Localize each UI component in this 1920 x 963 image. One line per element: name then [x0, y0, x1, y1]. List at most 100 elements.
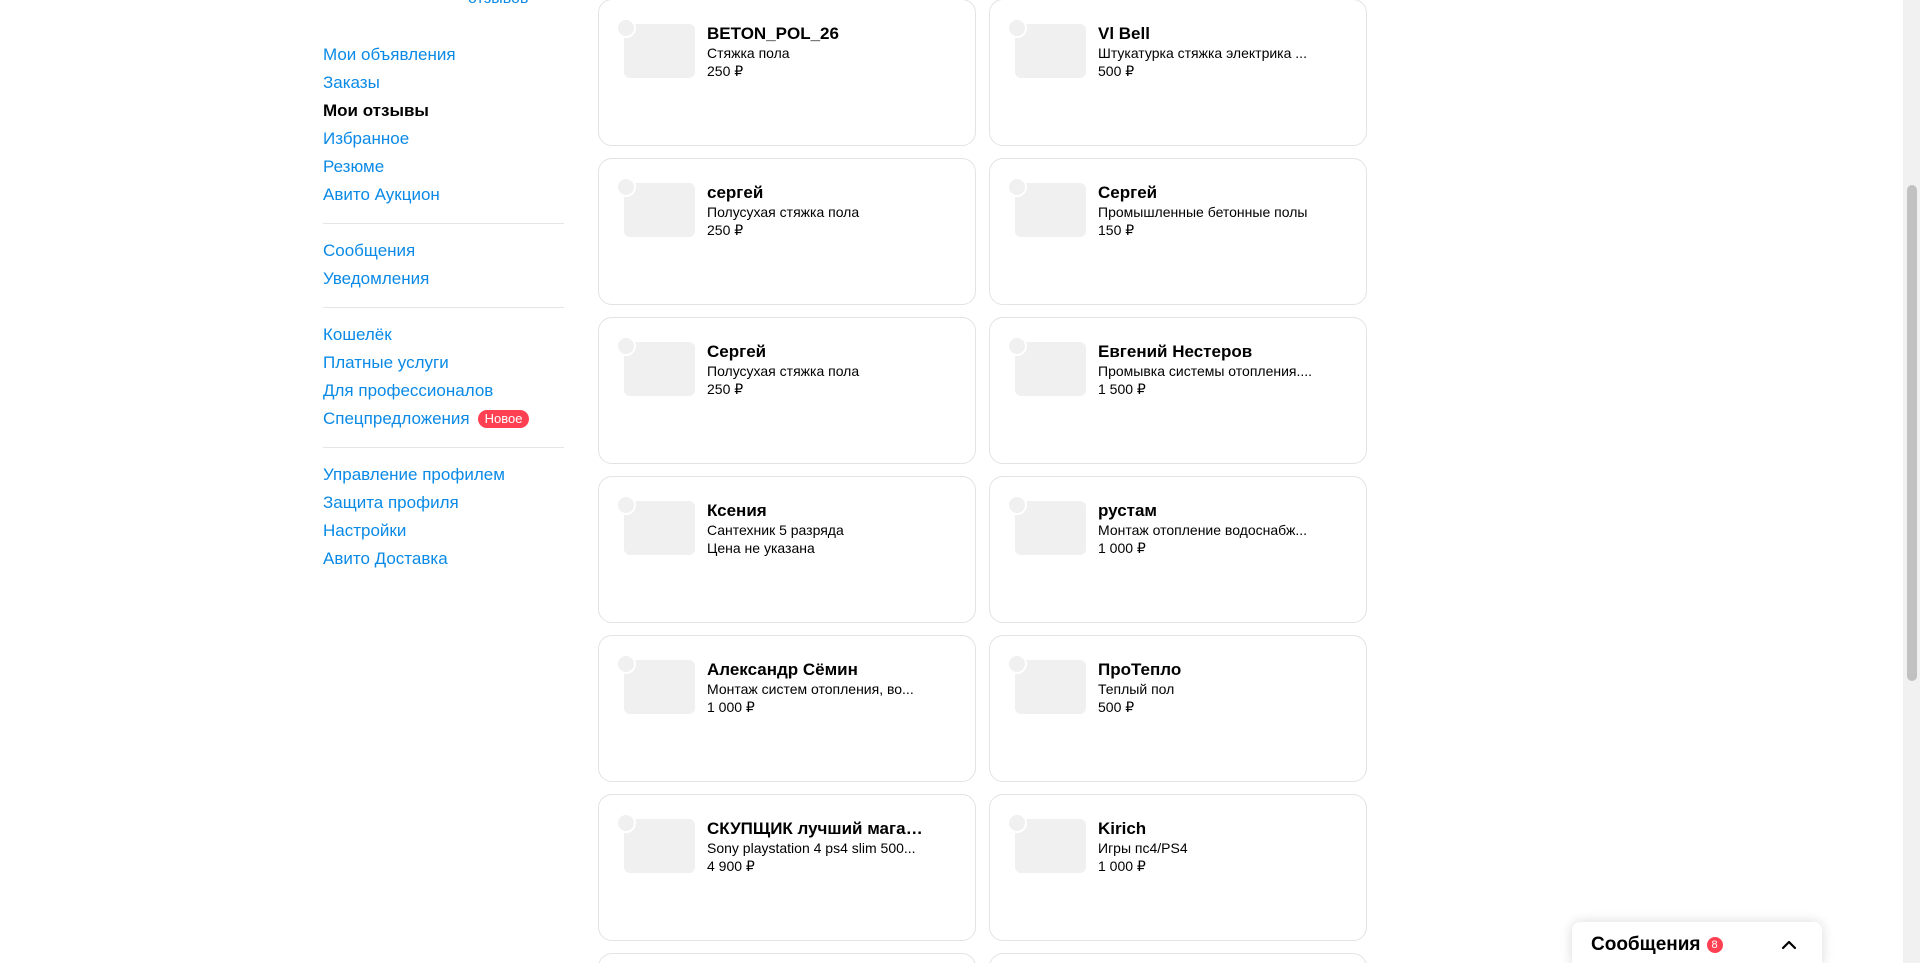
sidebar-item-avito-delivery[interactable]: Авито Доставка: [323, 545, 564, 573]
card-info: Сергей Полусухая стяжка пола 250 ₽: [707, 342, 929, 398]
sidebar-item-special-offers[interactable]: Спецпредложения Новое: [323, 405, 564, 433]
review-card[interactable]: Сергей Промышленные бетонные полы 150 ₽: [989, 158, 1367, 305]
seller-name[interactable]: Сергей: [707, 342, 929, 362]
review-card[interactable]: сергей Полусухая стяжка пола 250 ₽: [598, 158, 976, 305]
seller-name[interactable]: Ксения: [707, 501, 929, 521]
sidebar-item-paid-services[interactable]: Платные услуги: [323, 349, 564, 377]
ad-title: Монтаж систем отопления, во...: [707, 681, 914, 697]
sidebar-item-notifications[interactable]: Уведомления: [323, 265, 564, 293]
sidebar-item-avito-auction[interactable]: Авито Аукцион: [323, 181, 564, 209]
sidebar-group: Сообщения Уведомления: [323, 224, 564, 307]
seller-name[interactable]: рустам: [1098, 501, 1320, 521]
ad-price: 1 000 ₽: [1098, 858, 1146, 874]
reviews-grid: BETON_POL_26 Стяжка пола 250 ₽ Vl Bell Ш…: [598, 0, 1368, 963]
ad-price: 500 ₽: [1098, 63, 1135, 79]
seller-name[interactable]: Евгений Нестеров: [1098, 342, 1320, 362]
seller-name[interactable]: BETON_POL_26: [707, 24, 929, 44]
review-card[interactable]: ПроТепло Теплый пол 500 ₽: [989, 635, 1367, 782]
avatar: [1007, 495, 1027, 515]
seller-name[interactable]: Kirich: [1098, 819, 1320, 839]
sidebar-item-label: Мои объявления: [323, 45, 456, 64]
review-card[interactable]: Евгений Нестеров Промывка системы отопле…: [989, 317, 1367, 464]
review-card[interactable]: [598, 953, 976, 963]
ad-price: 250 ₽: [707, 222, 744, 238]
sidebar-item-favorites[interactable]: Избранное: [323, 125, 564, 153]
review-card[interactable]: [989, 953, 1367, 963]
card-info: Александр Сёмин Монтаж систем отопления,…: [707, 660, 929, 716]
avatar: [616, 495, 636, 515]
sidebar-item-label: Заказы: [323, 73, 380, 92]
sidebar-item-label: Защита профиля: [323, 493, 459, 512]
ad-price: Цена не указана: [707, 540, 815, 556]
seller-name[interactable]: СКУПЩИК лучший магази...: [707, 819, 929, 839]
review-card[interactable]: Ксения Сантехник 5 разряда Цена не указа…: [598, 476, 976, 623]
sidebar-item-profile-management[interactable]: Управление профилем: [323, 461, 564, 489]
ad-title: Игры пс4/PS4: [1098, 840, 1188, 856]
ad-price: 1 500 ₽: [1098, 381, 1146, 397]
avatar: [1007, 177, 1027, 197]
avatar: [1007, 654, 1027, 674]
sidebar-item-resume[interactable]: Резюме: [323, 153, 564, 181]
sidebar-item-my-reviews[interactable]: Мои отзывы: [323, 97, 564, 125]
page-scrollbar[interactable]: [1903, 0, 1920, 963]
sidebar-item-my-ads[interactable]: Мои объявления: [323, 41, 564, 69]
review-card[interactable]: Kirich Игры пс4/PS4 1 000 ₽: [989, 794, 1367, 941]
ad-price: 1 000 ₽: [707, 699, 755, 715]
sidebar-group: Кошелёк Платные услуги Для профессионалов С…: [323, 308, 564, 447]
sidebar-item-label: Для профессионалов: [323, 381, 494, 400]
avatar: [1007, 18, 1027, 38]
card-info: Vl Bell Штукатурка стяжка электрика ... …: [1098, 24, 1320, 80]
card-info: Сергей Промышленные бетонные полы 150 ₽: [1098, 183, 1320, 239]
review-card[interactable]: Сергей Полусухая стяжка пола 250 ₽: [598, 317, 976, 464]
sidebar-item-wallet[interactable]: Кошелёк: [323, 321, 564, 349]
ad-price: 500 ₽: [1098, 699, 1135, 715]
sidebar-item-label: Спецпредложения: [323, 409, 470, 428]
ad-title: Промывка системы отопления....: [1098, 363, 1313, 379]
review-card[interactable]: Vl Bell Штукатурка стяжка электрика ... …: [989, 0, 1367, 146]
ad-title: Штукатурка стяжка электрика ...: [1098, 45, 1307, 61]
review-card[interactable]: Александр Сёмин Монтаж систем отопления,…: [598, 635, 976, 782]
ad-title: Стяжка пола: [707, 45, 790, 61]
sidebar-group: Управление профилем Защита профиля Настрой…: [323, 448, 564, 587]
card-info: ПроТепло Теплый пол 500 ₽: [1098, 660, 1320, 716]
reviews-count-link[interactable]: отзывов: [468, 0, 528, 8]
avatar: [616, 654, 636, 674]
sidebar-item-for-professionals[interactable]: Для профессионалов: [323, 377, 564, 405]
sidebar-item-label: Настройки: [323, 521, 407, 540]
sidebar-item-messages[interactable]: Сообщения: [323, 237, 564, 265]
sidebar-group: Мои объявления Заказы Мои отзывы Избранное Р…: [323, 41, 564, 223]
ad-price: 1 000 ₽: [1098, 540, 1146, 556]
seller-name[interactable]: Александр Сёмин: [707, 660, 929, 680]
sidebar-item-label: Уведомления: [323, 269, 430, 288]
ad-price: 150 ₽: [1098, 222, 1135, 238]
card-info: Kirich Игры пс4/PS4 1 000 ₽: [1098, 819, 1320, 875]
sidebar-item-label: Платные услуги: [323, 353, 449, 372]
card-info: BETON_POL_26 Стяжка пола 250 ₽: [707, 24, 929, 80]
seller-name[interactable]: Vl Bell: [1098, 24, 1320, 44]
ad-title: Полусухая стяжка пола: [707, 204, 860, 220]
sidebar-item-orders[interactable]: Заказы: [323, 69, 564, 97]
seller-name[interactable]: ПроТепло: [1098, 660, 1320, 680]
review-card[interactable]: СКУПЩИК лучший магази... Sony playstatio…: [598, 794, 976, 941]
avatar: [616, 18, 636, 38]
seller-name[interactable]: сергей: [707, 183, 929, 203]
sidebar-item-profile-protection[interactable]: Защита профиля: [323, 489, 564, 517]
sidebar-item-settings[interactable]: Настройки: [323, 517, 564, 545]
ad-title: Sony playstation 4 ps4 slim 500...: [707, 840, 916, 856]
sidebar-nav: Мои объявления Заказы Мои отзывы Избранное Р…: [323, 41, 564, 587]
messages-widget[interactable]: Сообщения 8: [1572, 922, 1822, 963]
card-info: сергей Полусухая стяжка пола 250 ₽: [707, 183, 929, 239]
avatar: [1007, 336, 1027, 356]
card-info: рустам Монтаж отопление водоснабж... 1 0…: [1098, 501, 1320, 557]
ad-title: Теплый пол: [1098, 681, 1175, 697]
card-info: Ксения Сантехник 5 разряда Цена не указа…: [707, 501, 929, 557]
scrollbar-thumb[interactable]: [1907, 185, 1917, 681]
chevron-up-icon[interactable]: [1780, 936, 1798, 954]
review-card[interactable]: рустам Монтаж отопление водоснабж... 1 0…: [989, 476, 1367, 623]
new-badge: Новое: [477, 410, 530, 428]
seller-name[interactable]: Сергей: [1098, 183, 1320, 203]
sidebar-item-label: Сообщения: [323, 241, 416, 260]
review-card[interactable]: BETON_POL_26 Стяжка пола 250 ₽: [598, 0, 976, 146]
ad-title: Промышленные бетонные полы: [1098, 204, 1308, 220]
sidebar-item-label: Избранное: [323, 129, 410, 148]
